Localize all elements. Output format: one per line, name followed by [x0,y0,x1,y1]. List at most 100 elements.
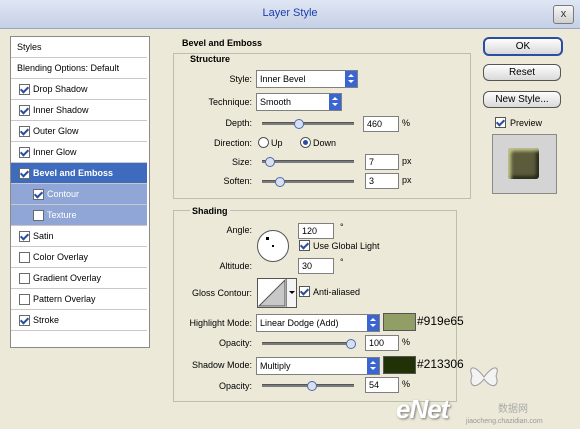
layer-style-dialog: Layer Style x Styles Blending Options: De… [0,0,580,429]
chevron-down-icon [286,279,296,307]
bevel-emboss-heading: Bevel and Emboss [182,38,263,48]
gloss-contour-picker[interactable] [257,278,297,308]
new-style-button[interactable]: New Style... [483,91,561,108]
technique-select[interactable]: Smooth [256,93,342,111]
reset-button[interactable]: Reset [483,64,561,81]
sidebar-item-label: Inner Shadow [33,105,89,115]
sidebar-item-pattern-overlay[interactable]: Pattern Overlay [11,289,147,310]
sidebar-item-satin[interactable]: Satin [11,226,147,247]
sidebar-item-drop-shadow[interactable]: Drop Shadow [11,79,147,100]
shadow-color-hex: #213306 [417,357,464,371]
depth-slider[interactable] [262,119,354,129]
use-global-light-checkbox[interactable] [299,240,310,251]
depth-slider-thumb[interactable] [294,119,304,129]
highlight-opacity-thumb[interactable] [346,339,356,349]
sidebar-item-gradient-overlay[interactable]: Gradient Overlay [11,268,147,289]
angle-unit: ° [340,222,344,232]
sidebar-item-checkbox[interactable] [33,189,44,200]
size-slider-thumb[interactable] [265,157,275,167]
shadow-opacity-field[interactable]: 54 [365,377,399,393]
sidebar-item-checkbox[interactable] [19,105,30,116]
highlight-mode-label: Highlight Mode: [189,318,252,328]
anti-aliased-label: Anti-aliased [313,287,361,297]
sidebar-item-checkbox[interactable] [19,126,30,137]
size-label: Size: [231,157,252,167]
sidebar-item-outer-glow[interactable]: Outer Glow [11,121,147,142]
shadow-color-swatch[interactable] [383,356,416,374]
highlight-color-swatch[interactable] [383,313,416,331]
soften-slider-thumb[interactable] [275,177,285,187]
highlight-color-hex: #919e65 [417,314,464,328]
sidebar-item-label: Styles [17,42,42,52]
sidebar-item-inner-glow[interactable]: Inner Glow [11,142,147,163]
shadow-mode-label: Shadow Mode: [191,360,252,370]
highlight-opacity-slider[interactable] [262,339,356,349]
size-value: 7 [369,157,375,167]
preview-label: Preview [510,118,543,128]
depth-field[interactable]: 460 [363,116,399,132]
sidebar-item-label: Pattern Overlay [33,294,96,304]
sidebar-item-inner-shadow[interactable]: Inner Shadow [11,100,147,121]
sidebar-item-checkbox[interactable] [19,147,30,158]
altitude-unit: ° [340,257,344,267]
sidebar-item-label: Bevel and Emboss [33,168,114,178]
highlight-opacity-field[interactable]: 100 [365,335,399,351]
angle-crosshair-icon [266,237,269,240]
size-field[interactable]: 7 [365,154,399,170]
sidebar-item-styles[interactable]: Styles [11,37,147,58]
watermark-cn: 数据网 [498,404,528,415]
soften-field[interactable]: 3 [365,173,399,189]
sidebar-item-texture[interactable]: Texture [11,205,147,226]
close-button[interactable]: x [553,5,574,24]
soften-slider[interactable] [262,177,354,187]
sidebar-item-checkbox[interactable] [33,210,44,221]
sidebar-item-label: Blending Options: Default [17,63,120,73]
size-slider[interactable] [262,157,354,167]
style-select[interactable]: Inner Bevel [256,70,358,88]
watermark-brand: eNet [396,394,449,424]
sidebar-item-label: Contour [47,189,80,199]
technique-value: Smooth [260,97,292,107]
preview-checkbox[interactable] [495,117,506,128]
anti-aliased-checkbox[interactable] [299,286,310,297]
angle-dial[interactable] [257,230,289,262]
sidebar-item-checkbox[interactable] [19,315,30,326]
direction-down-label: Down [313,138,337,148]
shadow-opacity-thumb[interactable] [307,381,317,391]
sidebar-item-checkbox[interactable] [19,294,30,305]
shadow-opacity-label: Opacity: [218,381,252,391]
close-icon: x [560,8,567,20]
direction-label: Direction: [213,138,252,148]
shadow-opacity-slider[interactable] [262,381,354,391]
chevron-down-icon [345,71,357,87]
sidebar-item-label: Drop Shadow [33,84,88,94]
sidebar-item-bevel-and-emboss[interactable]: Bevel and Emboss [11,163,147,184]
altitude-field[interactable]: 30 [298,258,334,274]
soften-label: Soften: [223,176,252,186]
sidebar-item-stroke[interactable]: Stroke [11,310,147,331]
chevron-down-icon [367,315,379,331]
ok-button[interactable]: OK [483,37,563,56]
style-preview-thumbnail [492,134,557,194]
window-title: Layer Style [262,7,318,19]
angle-field[interactable]: 120 [298,223,334,239]
depth-unit: % [402,118,411,128]
sidebar-item-contour[interactable]: Contour [11,184,147,205]
butterfly-icon [470,367,498,387]
sidebar-item-checkbox[interactable] [19,252,30,263]
sidebar-item-checkbox[interactable] [19,273,30,284]
sidebar-item-blending-options-default[interactable]: Blending Options: Default [11,58,147,79]
direction-up-radio[interactable] [258,137,269,148]
sidebar-item-checkbox[interactable] [19,84,30,95]
depth-label: Depth: [225,118,252,128]
direction-down-radio[interactable] [300,137,311,148]
sidebar-item-checkbox[interactable] [19,168,30,179]
watermark-url: jiaocheng.chazidian.com [466,418,543,425]
chevron-down-icon [329,94,341,110]
sidebar-item-label: Color Overlay [33,252,89,262]
sidebar-item-checkbox[interactable] [19,231,30,242]
sidebar-item-color-overlay[interactable]: Color Overlay [11,247,147,268]
highlight-mode-select[interactable]: Linear Dodge (Add) [256,314,380,332]
technique-label: Technique: [208,97,252,107]
shadow-mode-select[interactable]: Multiply [256,357,380,375]
